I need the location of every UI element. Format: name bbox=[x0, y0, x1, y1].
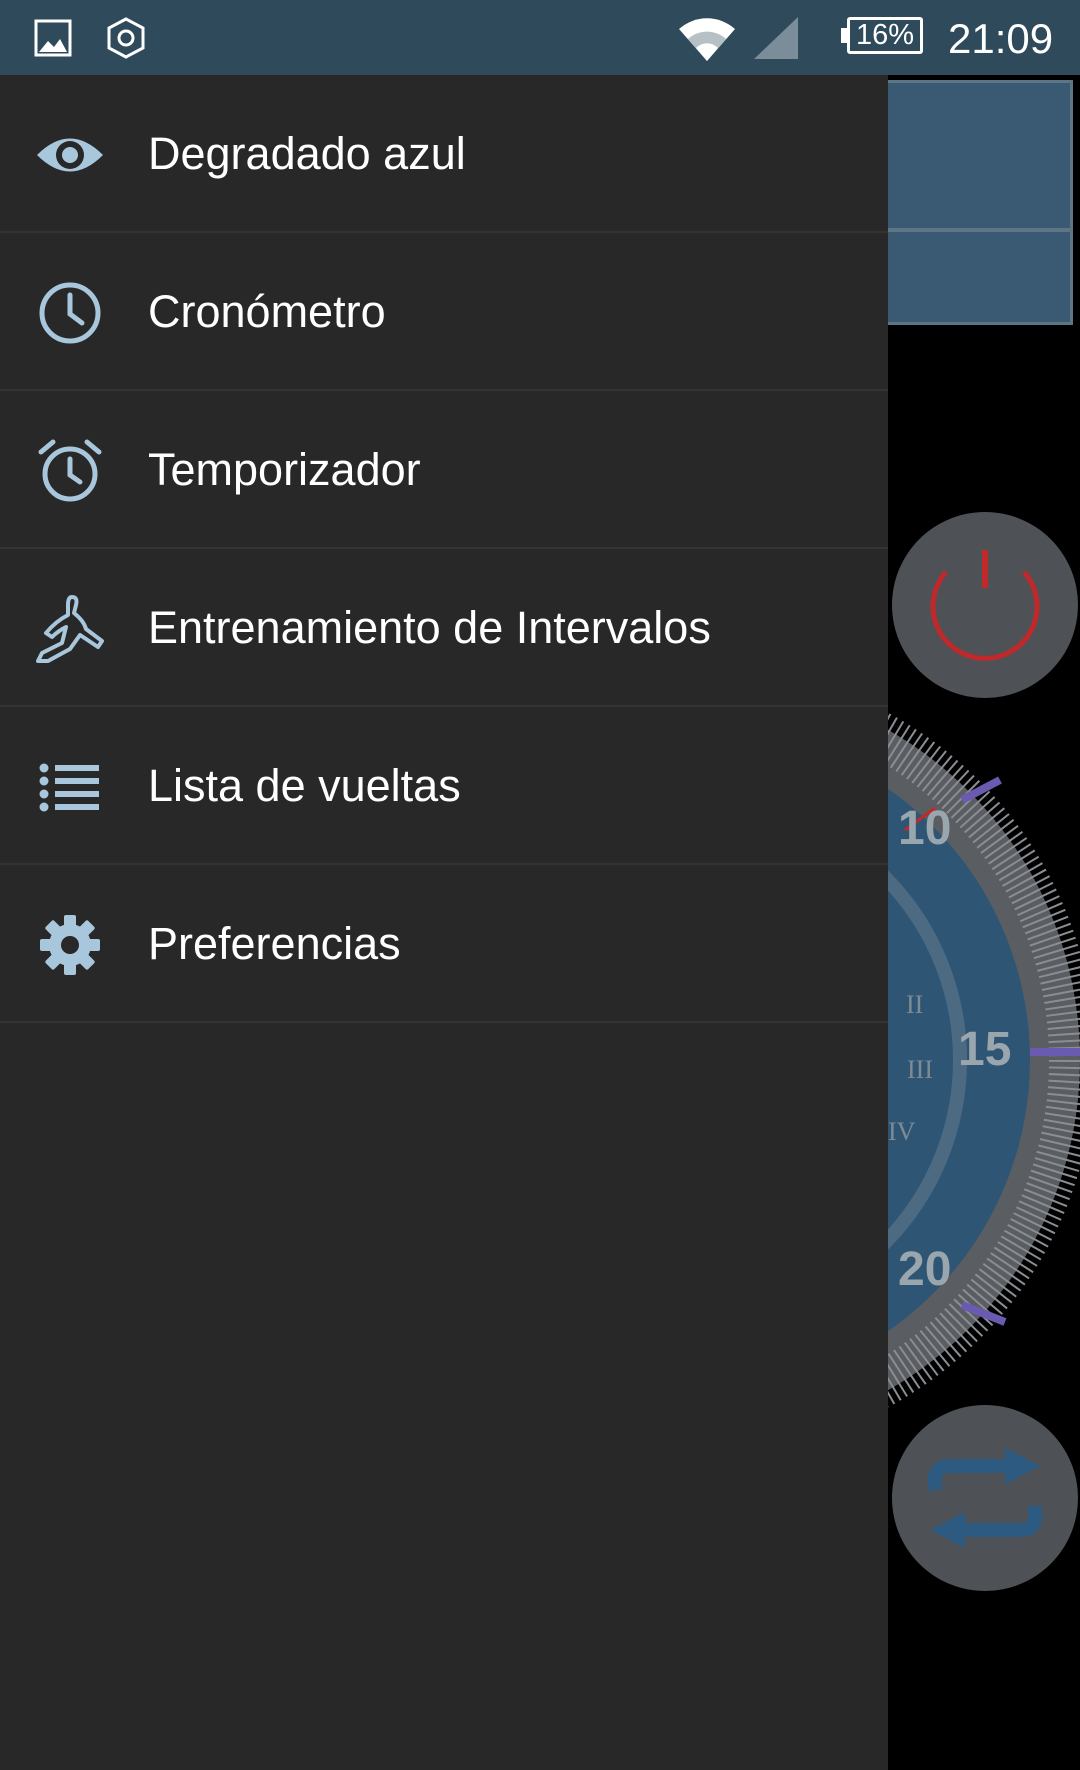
drawer-item-label: Cronómetro bbox=[148, 286, 386, 337]
repeat-button-bg bbox=[892, 1405, 1078, 1591]
drawer-item-label: Temporizador bbox=[148, 444, 421, 495]
runner-icon bbox=[30, 593, 110, 665]
power-button-bg bbox=[892, 512, 1078, 698]
dial-roman: IV bbox=[888, 1117, 916, 1146]
drawer-item-label: Preferencias bbox=[148, 918, 401, 969]
dial-number: 10 bbox=[898, 802, 951, 855]
eye-icon bbox=[30, 119, 110, 191]
drawer-item-laps[interactable]: Lista de vueltas bbox=[0, 707, 888, 865]
cell-signal-icon bbox=[752, 0, 800, 75]
gear-icon bbox=[30, 909, 110, 981]
status-bar: 16% 21:09 bbox=[0, 0, 1080, 75]
status-clock: 21:09 bbox=[948, 15, 1054, 62]
dial-number: 15 bbox=[958, 1023, 1011, 1076]
battery-indicator: 16% bbox=[847, 17, 923, 54]
clock-icon bbox=[30, 277, 110, 349]
app-hexagon-icon bbox=[104, 0, 148, 75]
wifi-icon bbox=[676, 0, 738, 75]
alarm-clock-icon bbox=[30, 435, 110, 507]
drawer-item-preferences[interactable]: Preferencias bbox=[0, 865, 888, 1023]
dial-number: 20 bbox=[898, 1243, 951, 1296]
drawer-item-intervals[interactable]: Entrenamiento de Intervalos bbox=[0, 549, 888, 707]
drawer-item-stopwatch[interactable]: Cronómetro bbox=[0, 233, 888, 391]
navigation-drawer: Degradado azul Cronómetro Temporizador E… bbox=[0, 75, 888, 1770]
drawer-item-label: Entrenamiento de Intervalos bbox=[148, 602, 711, 653]
drawer-item-label: Lista de vueltas bbox=[148, 760, 461, 811]
dial-roman: III bbox=[907, 1055, 933, 1084]
dial-roman: II bbox=[906, 990, 923, 1019]
gallery-icon bbox=[34, 0, 72, 75]
drawer-item-label: Degradado azul bbox=[148, 128, 466, 179]
drawer-item-theme[interactable]: Degradado azul bbox=[0, 75, 888, 233]
list-icon bbox=[30, 751, 110, 823]
drawer-item-timer[interactable]: Temporizador bbox=[0, 391, 888, 549]
